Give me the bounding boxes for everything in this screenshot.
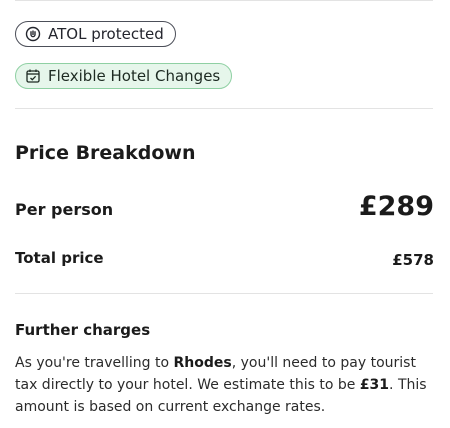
flexible-badge-label: Flexible Hotel Changes — [48, 66, 221, 85]
atol-shield-icon — [25, 26, 41, 42]
price-breakdown-title: Price Breakdown — [15, 142, 196, 164]
flexible-hotel-changes-badge: Flexible Hotel Changes — [15, 63, 233, 89]
total-price-value: £578 — [392, 251, 434, 269]
section-divider — [15, 108, 433, 109]
further-charges-text: As you're travelling to Rhodes, you'll n… — [15, 352, 435, 418]
destination-name: Rhodes — [173, 355, 232, 371]
atol-badge: ATOL protected — [15, 21, 176, 47]
charges-divider — [15, 293, 433, 294]
tourist-tax-amount: £31 — [359, 377, 390, 393]
further-charges-heading: Further charges — [15, 321, 151, 339]
total-price-label: Total price — [15, 249, 104, 267]
per-person-label: Per person — [15, 200, 114, 219]
calendar-check-icon — [25, 68, 41, 84]
per-person-price: £289 — [358, 191, 434, 222]
atol-badge-label: ATOL protected — [48, 24, 164, 43]
price-panel: ATOL protected Flexible Hotel Changes Pr… — [0, 0, 450, 428]
charges-text-part1: As you're travelling to — [15, 355, 174, 371]
top-divider — [15, 0, 433, 1]
